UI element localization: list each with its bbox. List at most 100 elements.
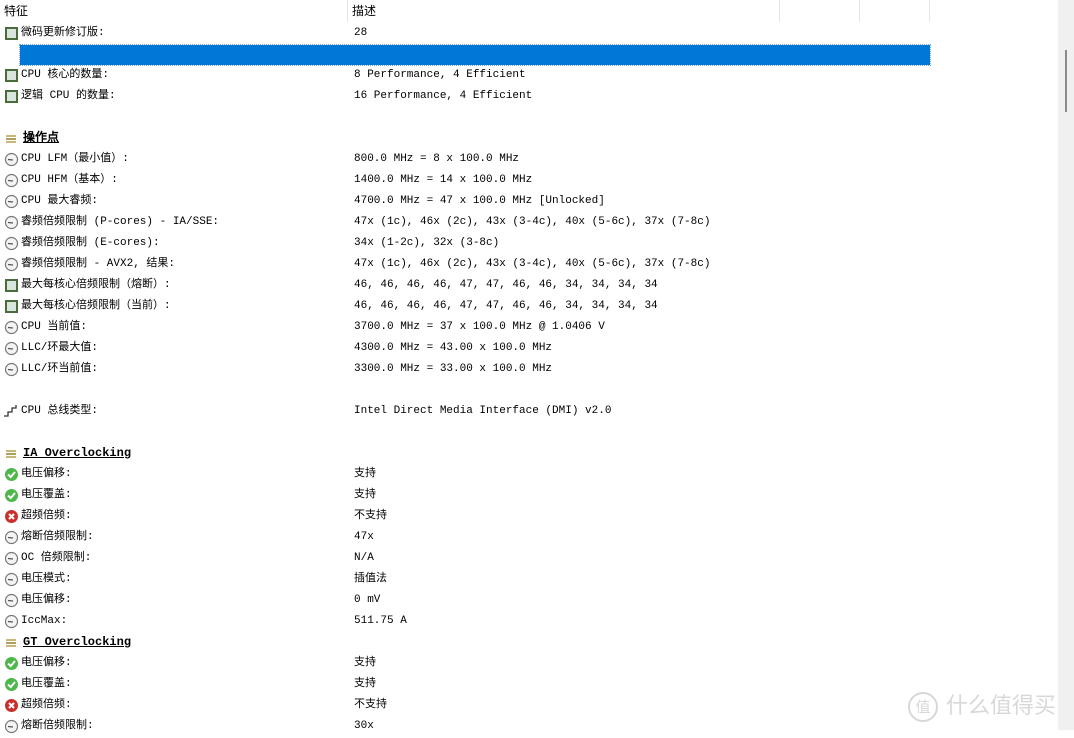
clock-icon <box>4 614 19 629</box>
clock-icon <box>4 551 19 566</box>
list-item[interactable]: 最大每核心倍频限制（当前）: 46, 46, 46, 46, 47, 47, 46… <box>0 296 930 317</box>
item-label: 操作点 <box>23 131 60 145</box>
item-value: N/A <box>354 552 374 564</box>
item-label: 电压偏移: <box>21 657 72 669</box>
list-item[interactable]: 电压偏移: 支持 <box>0 653 930 674</box>
empty-row[interactable] <box>0 422 930 443</box>
item-label: 最大每核心倍频限制（当前）: <box>21 300 171 312</box>
item-value: 3300.0 MHz = 33.00 x 100.0 MHz <box>354 363 553 375</box>
list-item[interactable]: OC 倍频限制: N/A <box>0 548 930 569</box>
item-label: OC 倍频限制: <box>21 552 92 564</box>
clock-icon <box>4 341 19 356</box>
list-item[interactable]: CPU HFM（基本）: 1400.0 MHz = 14 x 100.0 MHz <box>0 170 930 191</box>
scrollbar-thumb[interactable] <box>1065 50 1067 112</box>
section-header[interactable]: 操作点 <box>0 128 930 149</box>
column-feature[interactable]: 特征 <box>0 0 348 22</box>
item-value: 插值法 <box>354 573 387 585</box>
list-item[interactable]: IccMax: 511.75 A <box>0 611 930 632</box>
list-item[interactable]: 逻辑 CPU 的数量: 16 Performance, 4 Efficient <box>0 86 930 107</box>
item-label: CPU 最大睿频: <box>21 195 99 207</box>
item-value: 不支持 <box>354 510 387 522</box>
chip-icon <box>4 26 19 41</box>
column-extra-1[interactable] <box>780 0 860 22</box>
item-value: 30x <box>354 720 374 732</box>
column-description[interactable]: 描述 <box>348 0 780 22</box>
cross-icon <box>4 698 19 713</box>
item-label: LLC/环最大值: <box>21 342 99 354</box>
item-value: 支持 <box>354 678 376 690</box>
chip-icon <box>4 278 19 293</box>
item-label: CPU 总线类型: <box>21 405 99 417</box>
item-label: IccMax: <box>21 615 68 627</box>
list-item[interactable]: 电压覆盖: 支持 <box>0 674 930 695</box>
list-item[interactable]: LLC/环当前值: 3300.0 MHz = 33.00 x 100.0 MHz <box>0 359 930 380</box>
check-icon <box>4 656 19 671</box>
item-value: 511.75 A <box>354 615 407 627</box>
watermark-logo: 值什么值得买 <box>908 688 1056 722</box>
list-item[interactable]: CPU 最大睿频: 4700.0 MHz = 47 x 100.0 MHz [Un… <box>0 191 930 212</box>
item-value: 支持 <box>354 657 376 669</box>
selected-row[interactable] <box>19 44 931 66</box>
item-label: 睿频倍频限制 - AVX2, 结果: <box>21 258 176 270</box>
item-label: GT Overclocking <box>23 635 132 649</box>
section-header[interactable]: GT Overclocking <box>0 632 930 653</box>
clock-icon <box>4 572 19 587</box>
clock-icon <box>4 194 19 209</box>
empty-row[interactable] <box>0 380 930 401</box>
item-value: 支持 <box>354 468 376 480</box>
item-label: CPU 核心的数量: <box>21 69 110 81</box>
section-list-icon <box>4 131 19 146</box>
chip-icon <box>4 299 19 314</box>
list-item[interactable]: 熔断倍频限制: 30x <box>0 716 930 737</box>
list-item[interactable]: 熔断倍频限制: 47x <box>0 527 930 548</box>
list-item[interactable]: 睿频倍频限制 (E-cores): 34x (1-2c), 32x (3-8c) <box>0 233 930 254</box>
item-label: 电压覆盖: <box>21 489 72 501</box>
list-item[interactable]: 电压偏移: 0 mV <box>0 590 930 611</box>
list-item[interactable]: LLC/环最大值: 4300.0 MHz = 43.00 x 100.0 MHz <box>0 338 930 359</box>
bus-icon <box>4 404 19 419</box>
chip-icon <box>4 68 19 83</box>
list-item[interactable]: 微码更新修订版: 28 <box>0 23 930 44</box>
item-value: 46, 46, 46, 46, 47, 47, 46, 46, 34, 34, … <box>354 300 658 312</box>
list-item[interactable]: CPU LFM（最小值）: 800.0 MHz = 8 x 100.0 MHz <box>0 149 930 170</box>
section-header[interactable]: IA Overclocking <box>0 443 930 464</box>
item-value: Intel Direct Media Interface (DMI) v2.0 <box>354 405 612 417</box>
check-icon <box>4 467 19 482</box>
item-value: 47x (1c), 46x (2c), 43x (3-4c), 40x (5-6… <box>354 258 711 270</box>
item-label: 电压模式: <box>21 573 72 585</box>
clock-icon <box>4 719 19 734</box>
list-item[interactable]: 睿频倍频限制 - AVX2, 结果: 47x (1c), 46x (2c), 43… <box>0 254 930 275</box>
item-label: CPU HFM（基本）: <box>21 174 118 186</box>
vertical-scrollbar[interactable] <box>1058 0 1074 730</box>
item-value: 34x (1-2c), 32x (3-8c) <box>354 237 500 249</box>
item-value: 28 <box>354 27 368 39</box>
item-label: 超频倍频: <box>21 510 72 522</box>
list-item[interactable]: 超频倍频: 不支持 <box>0 695 930 716</box>
list-item[interactable]: 最大每核心倍频限制（熔断）: 46, 46, 46, 46, 47, 47, 46… <box>0 275 930 296</box>
list-item[interactable]: 超频倍频: 不支持 <box>0 506 930 527</box>
item-value: 8 Performance, 4 Efficient <box>354 69 526 81</box>
list-item[interactable]: 电压偏移: 支持 <box>0 464 930 485</box>
item-value: 46, 46, 46, 46, 47, 47, 46, 46, 34, 34, … <box>354 279 658 291</box>
list-item[interactable]: 睿频倍频限制 (P-cores) - IA/SSE: 47x (1c), 46x … <box>0 212 930 233</box>
item-label: 熔断倍频限制: <box>21 720 94 732</box>
list-item[interactable]: 电压覆盖: 支持 <box>0 485 930 506</box>
item-label: CPU 当前值: <box>21 321 88 333</box>
list-item[interactable]: CPU 核心的数量: 8 Performance, 4 Efficient <box>0 65 930 86</box>
item-value: 4700.0 MHz = 47 x 100.0 MHz [Unlocked] <box>354 195 605 207</box>
item-label: LLC/环当前值: <box>21 363 99 375</box>
item-label: 熔断倍频限制: <box>21 531 94 543</box>
clock-icon <box>4 593 19 608</box>
list-item[interactable]: CPU 当前值: 3700.0 MHz = 37 x 100.0 MHz @ 1.… <box>0 317 930 338</box>
list-item[interactable]: CPU 总线类型: Intel Direct Media Interface (D… <box>0 401 930 422</box>
item-value: 支持 <box>354 489 376 501</box>
list-item[interactable]: 电压模式: 插值法 <box>0 569 930 590</box>
item-label: 超频倍频: <box>21 699 72 711</box>
column-extra-2[interactable] <box>860 0 930 22</box>
item-value: 1400.0 MHz = 14 x 100.0 MHz <box>354 174 533 186</box>
empty-row[interactable] <box>0 107 930 128</box>
clock-icon <box>4 173 19 188</box>
item-label: CPU LFM（最小值）: <box>21 153 129 165</box>
item-label: 电压偏移: <box>21 468 72 480</box>
item-value: 47x (1c), 46x (2c), 43x (3-4c), 40x (5-6… <box>354 216 711 228</box>
